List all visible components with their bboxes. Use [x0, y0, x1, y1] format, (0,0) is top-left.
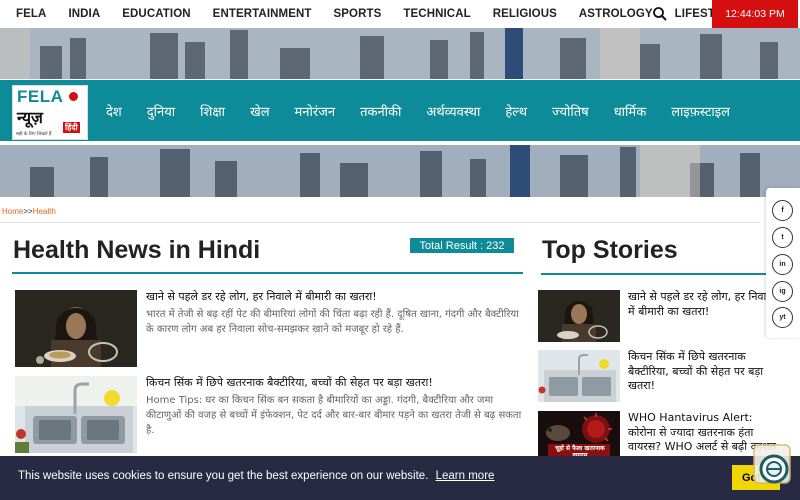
article-description: Home Tips: घर का किचन सिंक बन सकता है बी… [146, 395, 522, 436]
article-title[interactable]: खाने से पहले डर रहे लोग, हर निवाले में ब… [146, 290, 526, 304]
logo-hindi-badge: हिंदी [63, 122, 80, 133]
site-logo[interactable]: FELA न्यूज़ हिंदी सही के लिए लिखते हैं [12, 85, 88, 140]
nav-dharmik[interactable]: धार्मिक [614, 102, 647, 120]
title-underline [12, 272, 523, 274]
cookie-message-wrap: This website uses cookies to ensure you … [18, 470, 494, 482]
article-description: भारत में तेजी से बढ़ रहीं पेट की बीमारिय… [146, 309, 519, 335]
linkedin-icon[interactable]: in [772, 254, 793, 275]
top-nav-india[interactable]: INDIA [68, 8, 100, 20]
logo-news-text: न्यूज़ [17, 108, 43, 127]
article-thumbnail[interactable] [15, 290, 137, 367]
top-nav-entertainment[interactable]: ENTERTAINMENT [213, 8, 312, 20]
page-title: Health News in Hindi [13, 236, 261, 264]
breadcrumb-home[interactable]: Home [2, 207, 23, 216]
search-icon[interactable] [652, 6, 668, 22]
top-nav-fela[interactable]: FELA [16, 8, 46, 20]
top-bar: FELA INDIA EDUCATION ENTERTAINMENT SPORT… [0, 0, 800, 28]
top-nav-sports[interactable]: SPORTS [334, 8, 382, 20]
cookie-message: This website uses cookies to ensure you … [18, 470, 429, 482]
article-thumbnail[interactable] [15, 376, 137, 453]
top-nav: FELA INDIA EDUCATION ENTERTAINMENT SPORT… [0, 0, 760, 28]
youtube-icon[interactable]: yt [772, 307, 793, 328]
nav-lifestyle[interactable]: लाइफ़स्टाइल [671, 102, 730, 120]
top-banner-image [0, 28, 800, 79]
twitter-icon[interactable]: t [772, 227, 793, 248]
nav-jyotish[interactable]: ज्योतिष [552, 102, 589, 120]
top-story-thumbnail[interactable] [538, 350, 620, 402]
top-nav-astrology[interactable]: ASTROLOGY [579, 8, 653, 20]
article-title[interactable]: किचन सिंक में छिपे खतरनाक बैक्टीरिया, बच… [146, 376, 526, 390]
breadcrumb: Home>>Health [2, 207, 56, 216]
top-story-thumbnail[interactable] [538, 290, 620, 342]
logo-dot-icon [69, 92, 78, 101]
breadcrumb-current[interactable]: Health [33, 207, 56, 216]
top-stories-title: Top Stories [542, 236, 678, 264]
cookie-banner: This website uses cookies to ensure you … [0, 456, 800, 500]
facebook-icon[interactable]: f [772, 200, 793, 221]
nav-shiksha[interactable]: शिक्षा [200, 102, 225, 120]
cookie-learn-more-link[interactable]: Learn more [436, 470, 495, 482]
nav-takniki[interactable]: तकनीकी [360, 102, 401, 120]
clock-display: 12:44:03 PM [712, 0, 798, 28]
social-share-bar: f t in ig yt [766, 188, 800, 338]
total-result-badge: Total Result : 232 [410, 238, 514, 253]
instagram-icon[interactable]: ig [772, 281, 793, 302]
top-nav-technical[interactable]: TECHNICAL [403, 8, 470, 20]
ad-banner-image [0, 145, 800, 197]
breadcrumb-separator: >> [23, 207, 33, 216]
top-nav-religious[interactable]: RELIGIOUS [493, 8, 557, 20]
nav-manoranjan[interactable]: मनोरंजन [295, 102, 336, 120]
nav-desh[interactable]: देश [106, 102, 122, 120]
nav-khel[interactable]: खेल [250, 102, 269, 120]
nav-arthvyavastha[interactable]: अर्थव्यवस्था [426, 102, 480, 120]
nav-duniya[interactable]: दुनिया [147, 102, 175, 120]
floating-chat-icon[interactable] [752, 443, 792, 485]
logo-brand: FELA [17, 87, 64, 106]
logo-tagline: सही के लिए लिखते हैं [16, 132, 52, 137]
top-nav-education[interactable]: EDUCATION [122, 8, 190, 20]
top-stories-underline [541, 273, 770, 275]
nav-health[interactable]: हेल्थ [505, 102, 527, 120]
breadcrumb-divider [0, 222, 760, 223]
top-story-title[interactable]: खाने से पहले डर रहे लोग, हर निवाले में ब… [628, 290, 776, 319]
main-nav: देश दुनिया शिक्षा खेल मनोरंजन तकनीकी अर्… [106, 80, 755, 141]
top-story-title[interactable]: किचन सिंक में छिपे खतरनाक बैक्टीरिया, बच… [628, 350, 776, 394]
